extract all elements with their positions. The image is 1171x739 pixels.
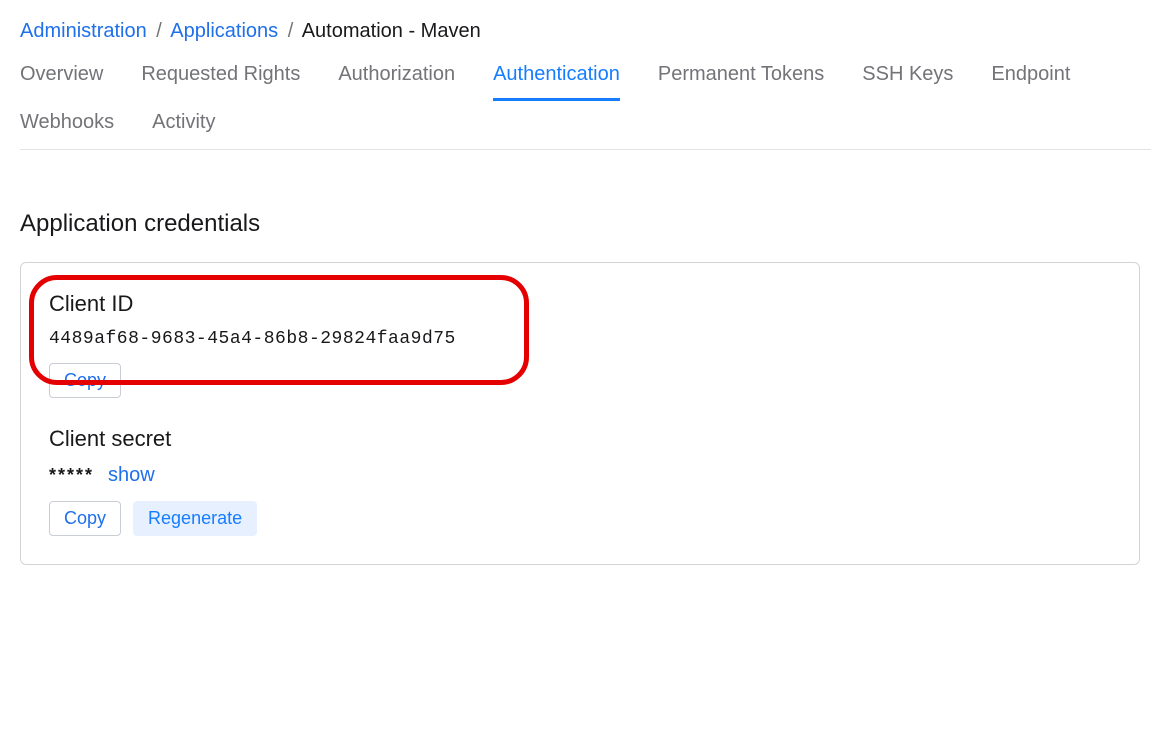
tab-authentication[interactable]: Authentication xyxy=(493,63,620,101)
client-secret-label: Client secret xyxy=(49,426,1111,452)
client-secret-block: Client secret ***** show Copy Regenerate xyxy=(49,426,1111,536)
tab-ssh-keys[interactable]: SSH Keys xyxy=(862,63,953,101)
breadcrumb-current: Automation - Maven xyxy=(302,20,481,42)
tabs-container: Overview Requested Rights Authorization Aut… xyxy=(20,63,1151,150)
tab-endpoint[interactable]: Endpoint xyxy=(991,63,1070,101)
breadcrumb: Administration / Applications / Automati… xyxy=(20,20,1151,43)
regenerate-secret-button[interactable]: Regenerate xyxy=(133,501,257,536)
breadcrumb-separator: / xyxy=(288,20,294,42)
client-id-block: Client ID 4489af68-9683-45a4-86b8-29824f… xyxy=(49,291,1111,398)
credentials-card: Client ID 4489af68-9683-45a4-86b8-29824f… xyxy=(20,262,1140,565)
section-title-credentials: Application credentials xyxy=(20,210,1151,238)
breadcrumb-link-administration[interactable]: Administration xyxy=(20,20,147,42)
breadcrumb-link-applications[interactable]: Applications xyxy=(170,20,278,42)
client-id-label: Client ID xyxy=(49,291,1111,317)
tab-permanent-tokens[interactable]: Permanent Tokens xyxy=(658,63,824,101)
breadcrumb-separator: / xyxy=(156,20,162,42)
tab-overview[interactable]: Overview xyxy=(20,63,103,101)
show-secret-link[interactable]: show xyxy=(108,464,155,487)
tab-requested-rights[interactable]: Requested Rights xyxy=(141,63,300,101)
tab-webhooks[interactable]: Webhooks xyxy=(20,111,114,149)
tab-activity[interactable]: Activity xyxy=(152,111,215,149)
tab-authorization[interactable]: Authorization xyxy=(338,63,455,101)
client-secret-masked: ***** xyxy=(49,465,94,486)
client-id-value: 4489af68-9683-45a4-86b8-29824faa9d75 xyxy=(49,329,1111,349)
copy-client-secret-button[interactable]: Copy xyxy=(49,501,121,536)
copy-client-id-button[interactable]: Copy xyxy=(49,363,121,398)
